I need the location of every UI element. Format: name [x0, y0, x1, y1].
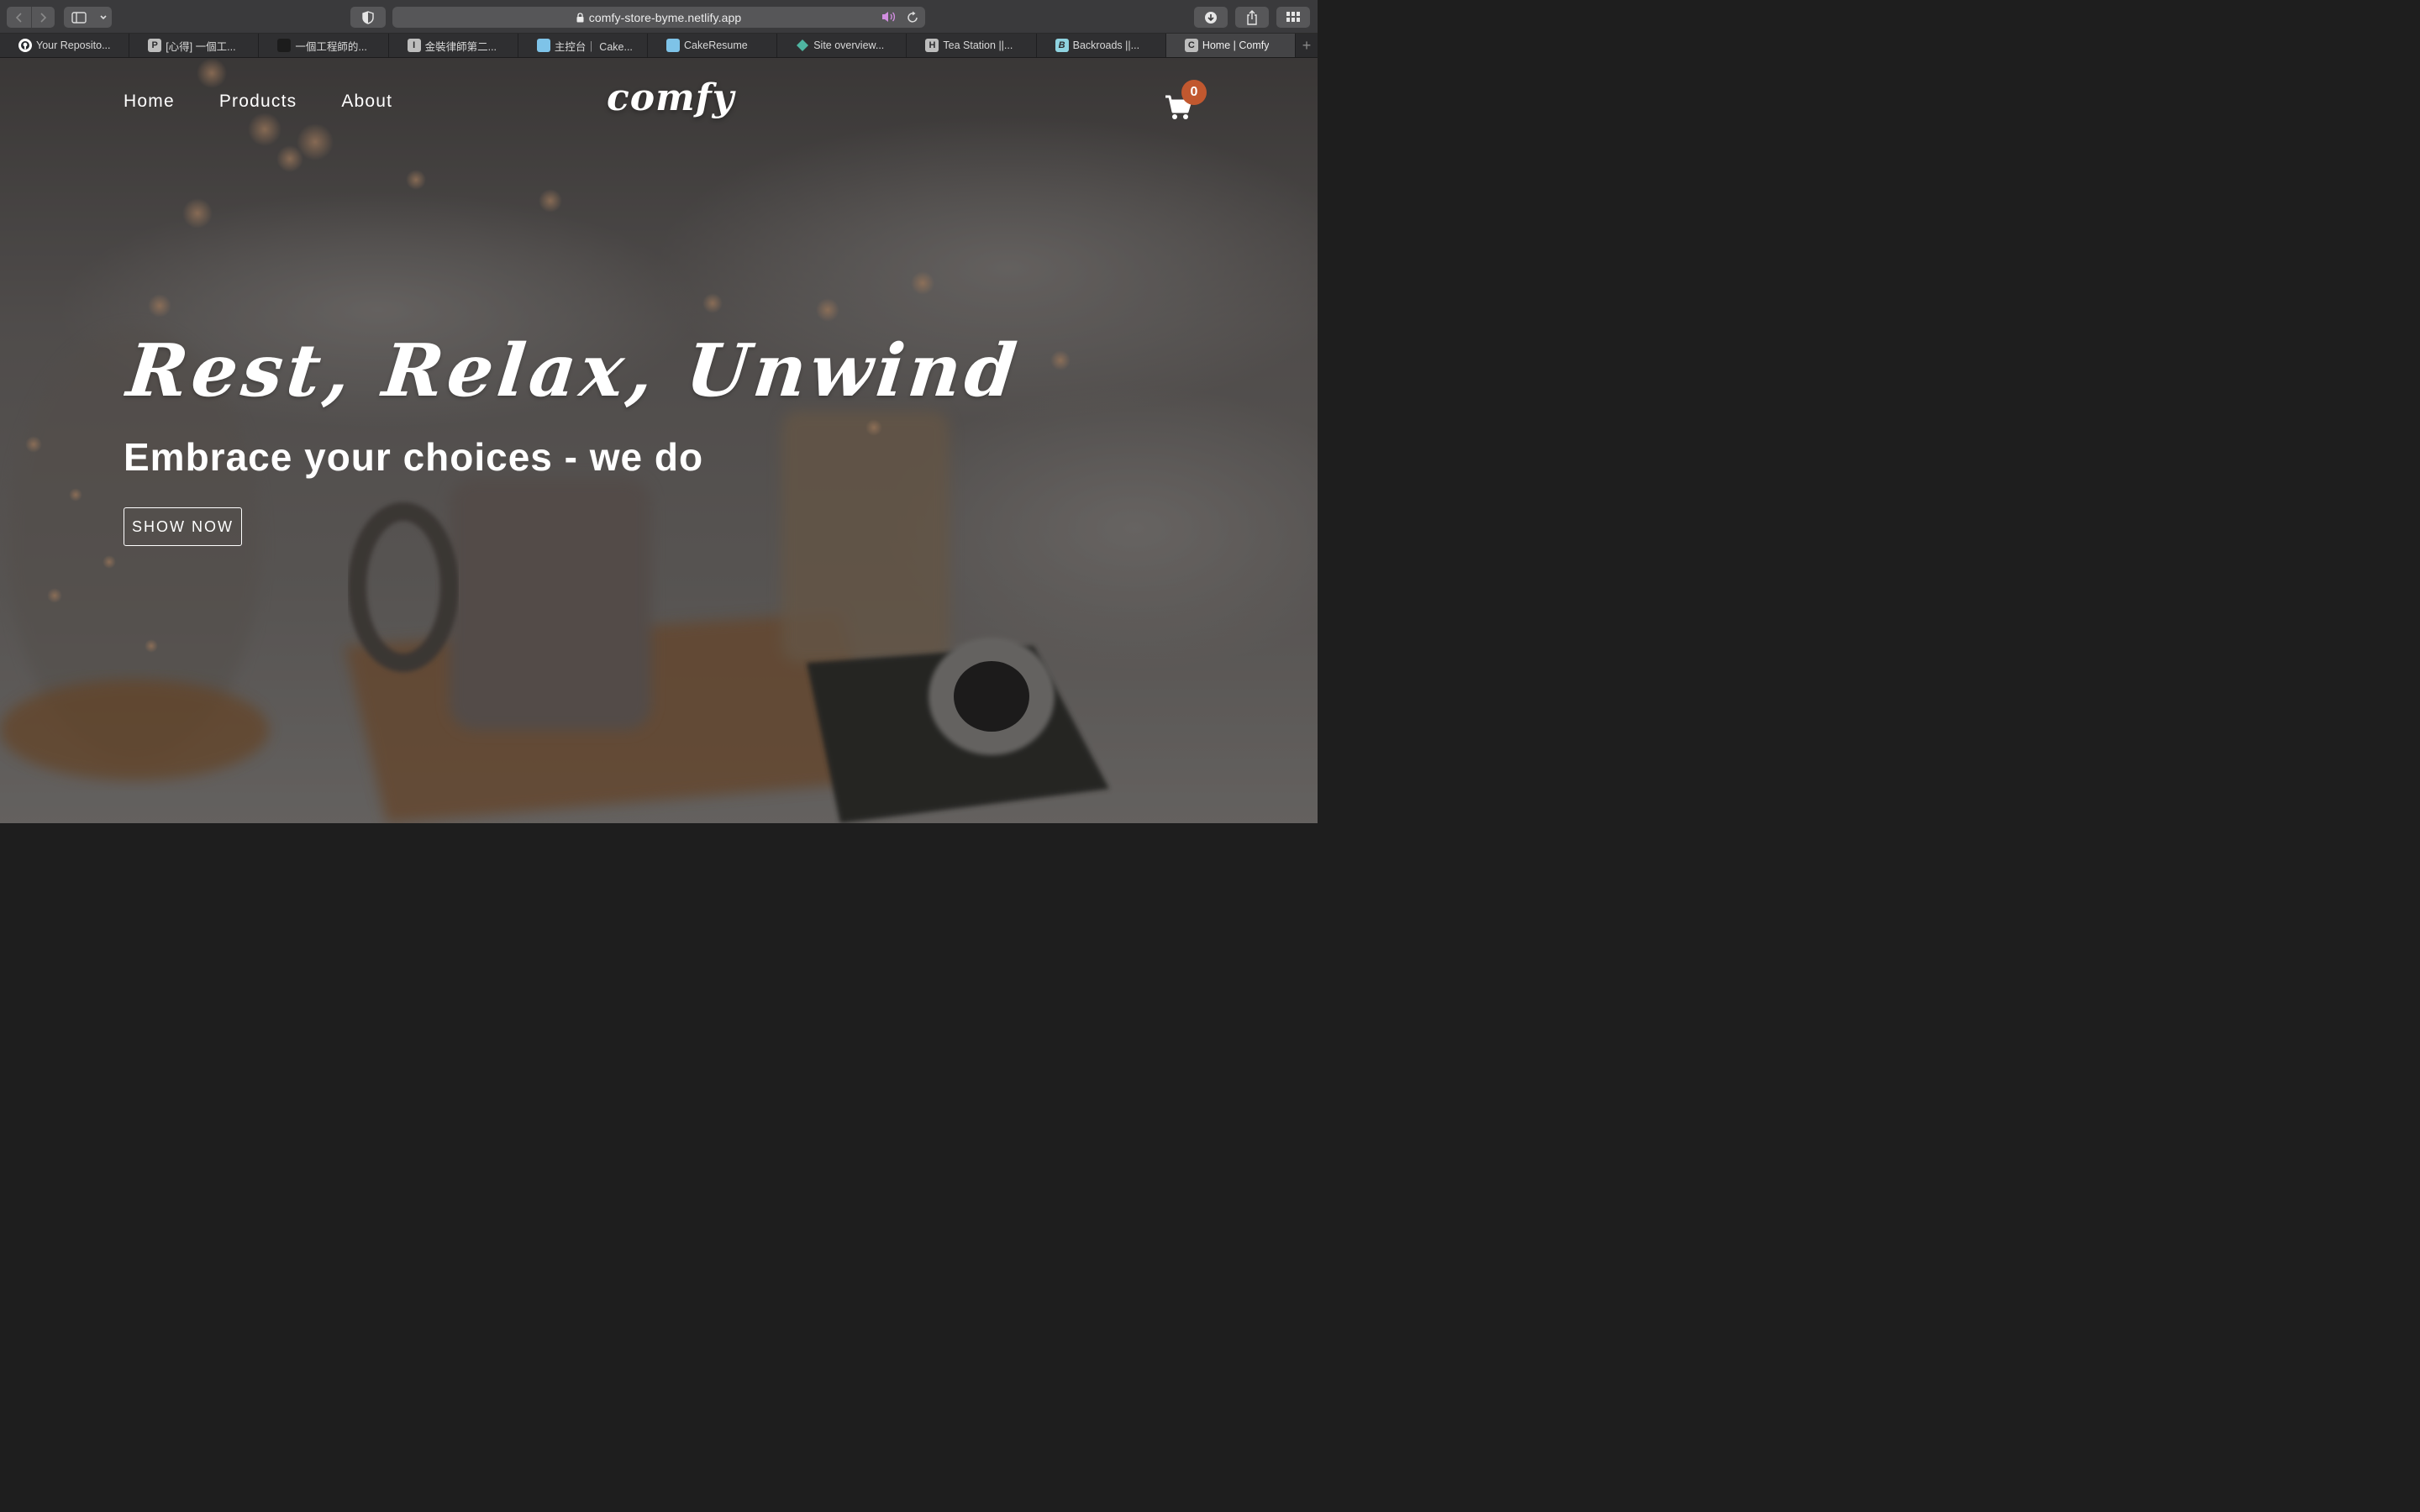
cakeresume-icon	[666, 39, 681, 52]
privacy-report-button[interactable]	[350, 7, 386, 28]
tab-label: 金裝律師第二...	[424, 40, 497, 53]
tab-label: CakeResume	[684, 39, 748, 51]
nav-link-products[interactable]: Products	[219, 92, 297, 112]
share-button[interactable]	[1235, 7, 1269, 28]
sidebar-button[interactable]	[64, 7, 94, 28]
tab-ptt-article[interactable]: P [心得] 一個工...	[129, 34, 260, 57]
tab-github-repositories[interactable]: Your Reposito...	[0, 34, 130, 57]
browser-toolbar: comfy-store-byme.netlify.app	[0, 0, 1318, 34]
site-navigation: Home Products About	[124, 92, 437, 112]
address-bar[interactable]: comfy-store-byme.netlify.app	[392, 7, 925, 28]
chevron-right-icon	[40, 12, 47, 23]
forward-button[interactable]	[30, 7, 55, 28]
letter-p-icon: P	[148, 39, 162, 52]
tab-tea-station[interactable]: H Tea Station ||...	[907, 34, 1037, 57]
dark-square-icon	[277, 39, 292, 52]
tab-engineer-blog[interactable]: 一個工程師的...	[259, 34, 389, 57]
tab-cakeresume-dashboard[interactable]: 主控台｜ Cake...	[518, 34, 649, 57]
chevron-down-icon	[99, 14, 107, 19]
web-page: Home Products About comfy 0 Rest, Relax,…	[0, 58, 1318, 823]
tab-overview-button[interactable]	[1276, 7, 1310, 28]
tab-label: Site overview...	[813, 39, 885, 51]
tab-label: Home | Comfy	[1202, 39, 1270, 51]
tab-backroads[interactable]: B Backroads ||...	[1036, 34, 1166, 57]
grid-icon	[1286, 12, 1300, 22]
show-now-button[interactable]: SHOW NOW	[124, 507, 242, 546]
tab-label: Your Reposito...	[36, 39, 111, 51]
share-icon	[1247, 9, 1257, 25]
sidebar-toggle-group	[64, 7, 112, 28]
sidebar-menu-button[interactable]	[94, 7, 112, 28]
reload-icon[interactable]	[907, 11, 918, 24]
tab-bar: Your Reposito... P [心得] 一個工... 一個工程師的...…	[0, 34, 1318, 58]
shield-icon	[362, 10, 374, 24]
tab-label: 主控台｜ Cake...	[554, 40, 633, 53]
hero-title: Rest, Relax, Unwind	[123, 328, 1025, 413]
github-icon	[18, 39, 32, 52]
tab-suits-season-two[interactable]: I 金裝律師第二...	[388, 34, 518, 57]
tab-label: [心得] 一個工...	[166, 40, 236, 53]
tab-label: 一個工程師的...	[295, 40, 367, 53]
nav-link-home[interactable]: Home	[124, 92, 175, 112]
nav-link-about[interactable]: About	[341, 92, 392, 112]
tab-cakeresume[interactable]: CakeResume	[648, 34, 778, 57]
tab-netlify-site-overview[interactable]: Site overview...	[777, 34, 908, 57]
lock-icon	[576, 12, 584, 22]
url-text: comfy-store-byme.netlify.app	[588, 10, 742, 24]
navigation-buttons	[7, 7, 55, 28]
letter-c-icon: C	[1184, 39, 1198, 52]
netlify-diamond-icon	[796, 39, 809, 52]
back-button[interactable]	[8, 7, 31, 28]
new-tab-button[interactable]: +	[1296, 34, 1318, 57]
tab-home-comfy[interactable]: C Home | Comfy	[1165, 34, 1297, 57]
letter-h-icon: H	[925, 39, 939, 52]
download-icon	[1205, 11, 1217, 24]
hero-subtitle: Embrace your choices - we do	[124, 435, 704, 479]
chevron-left-icon	[15, 12, 22, 23]
downloads-button[interactable]	[1194, 7, 1228, 28]
letter-i-icon: I	[407, 39, 421, 52]
site-logo[interactable]: comfy	[607, 76, 734, 119]
cakeresume-icon	[536, 39, 550, 52]
sidebar-icon	[71, 11, 87, 24]
speaker-icon[interactable]	[881, 10, 897, 24]
cart-count-badge: 0	[1181, 80, 1207, 105]
tab-label: Tea Station ||...	[943, 39, 1013, 51]
letter-b-icon: B	[1055, 39, 1069, 52]
tab-label: Backroads ||...	[1072, 39, 1140, 51]
